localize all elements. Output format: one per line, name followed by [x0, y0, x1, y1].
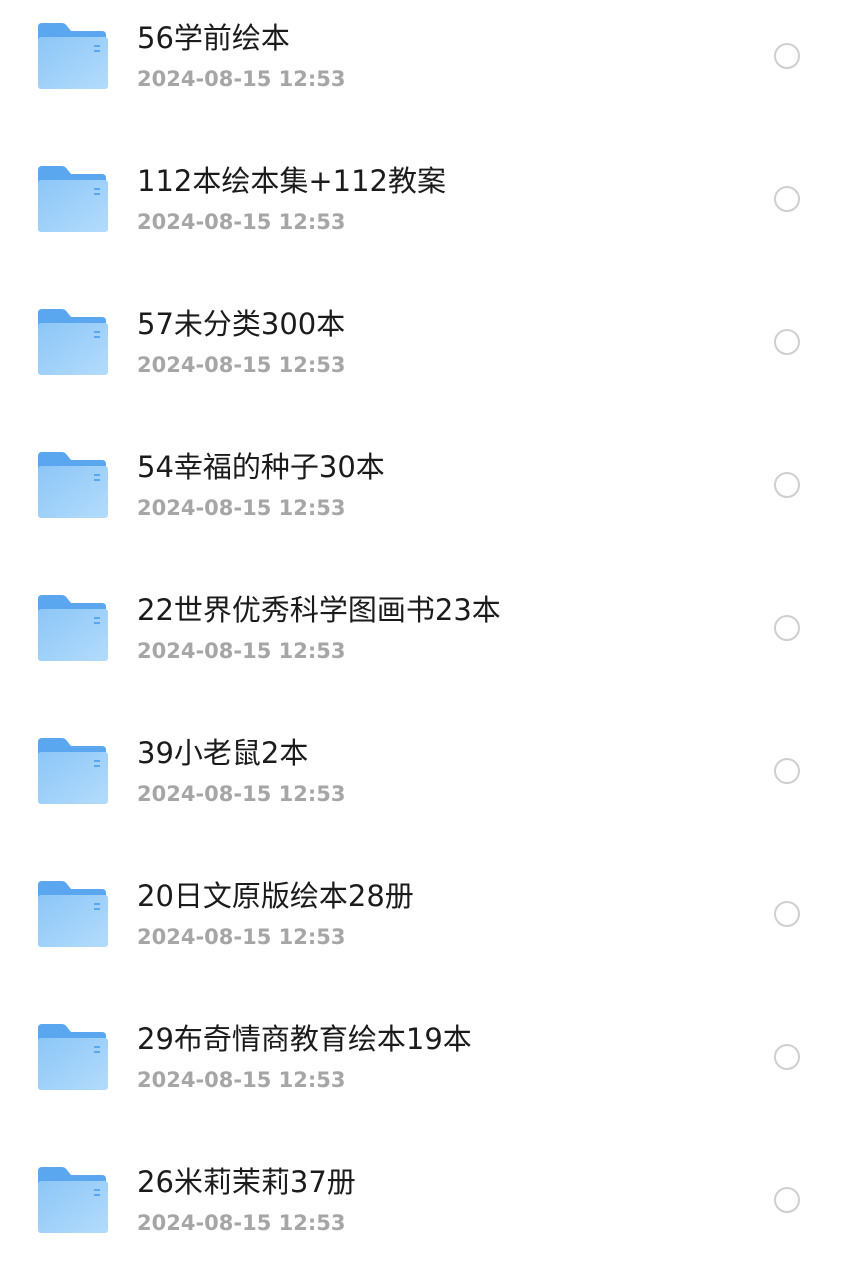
folder-icon	[36, 309, 108, 375]
folder-date: 2024-08-15 12:53	[137, 639, 346, 663]
folder-row[interactable]: 39小老鼠2本 2024-08-15 12:53	[0, 715, 845, 858]
folder-icon	[36, 1024, 108, 1090]
folder-name: 20日文原版绘本28册	[137, 879, 414, 913]
folder-row[interactable]: 57未分类300本 2024-08-15 12:53	[0, 286, 845, 429]
folder-name: 26米莉茉莉37册	[137, 1165, 356, 1199]
folder-icon	[36, 23, 108, 89]
folder-row[interactable]: 54幸福的种子30本 2024-08-15 12:53	[0, 429, 845, 572]
folder-date: 2024-08-15 12:53	[137, 782, 346, 806]
folder-name: 57未分类300本	[137, 307, 346, 341]
folder-icon	[36, 1167, 108, 1233]
folder-icon	[36, 881, 108, 947]
folder-date: 2024-08-15 12:53	[137, 353, 346, 377]
folder-date: 2024-08-15 12:53	[137, 67, 346, 91]
folder-name: 22世界优秀科学图画书23本	[137, 593, 501, 627]
folder-row[interactable]: 112本绘本集+112教案 2024-08-15 12:53	[0, 143, 845, 286]
select-radio[interactable]	[774, 186, 800, 212]
folder-row[interactable]: 26米莉茉莉37册 2024-08-15 12:53	[0, 1144, 845, 1287]
select-radio[interactable]	[774, 329, 800, 355]
file-list: 56学前绘本 2024-08-15 12:53 112本绘本集+112教案 20…	[0, 0, 845, 1280]
select-radio[interactable]	[774, 1044, 800, 1070]
folder-name: 54幸福的种子30本	[137, 450, 385, 484]
folder-name: 112本绘本集+112教案	[137, 164, 447, 198]
select-radio[interactable]	[774, 43, 800, 69]
select-radio[interactable]	[774, 901, 800, 927]
folder-row[interactable]: 22世界优秀科学图画书23本 2024-08-15 12:53	[0, 572, 845, 715]
folder-icon	[36, 738, 108, 804]
folder-name: 29布奇情商教育绘本19本	[137, 1022, 472, 1056]
select-radio[interactable]	[774, 472, 800, 498]
folder-row[interactable]: 29布奇情商教育绘本19本 2024-08-15 12:53	[0, 1001, 845, 1144]
folder-icon	[36, 452, 108, 518]
folder-date: 2024-08-15 12:53	[137, 1211, 346, 1235]
folder-row[interactable]: 56学前绘本 2024-08-15 12:53	[0, 0, 845, 143]
select-radio[interactable]	[774, 615, 800, 641]
folder-icon	[36, 166, 108, 232]
folder-date: 2024-08-15 12:53	[137, 210, 346, 234]
select-radio[interactable]	[774, 758, 800, 784]
folder-row[interactable]: 20日文原版绘本28册 2024-08-15 12:53	[0, 858, 845, 1001]
folder-date: 2024-08-15 12:53	[137, 925, 346, 949]
folder-date: 2024-08-15 12:53	[137, 1068, 346, 1092]
select-radio[interactable]	[774, 1187, 800, 1213]
folder-date: 2024-08-15 12:53	[137, 496, 346, 520]
folder-icon	[36, 595, 108, 661]
folder-name: 39小老鼠2本	[137, 736, 309, 770]
folder-name: 56学前绘本	[137, 21, 290, 55]
